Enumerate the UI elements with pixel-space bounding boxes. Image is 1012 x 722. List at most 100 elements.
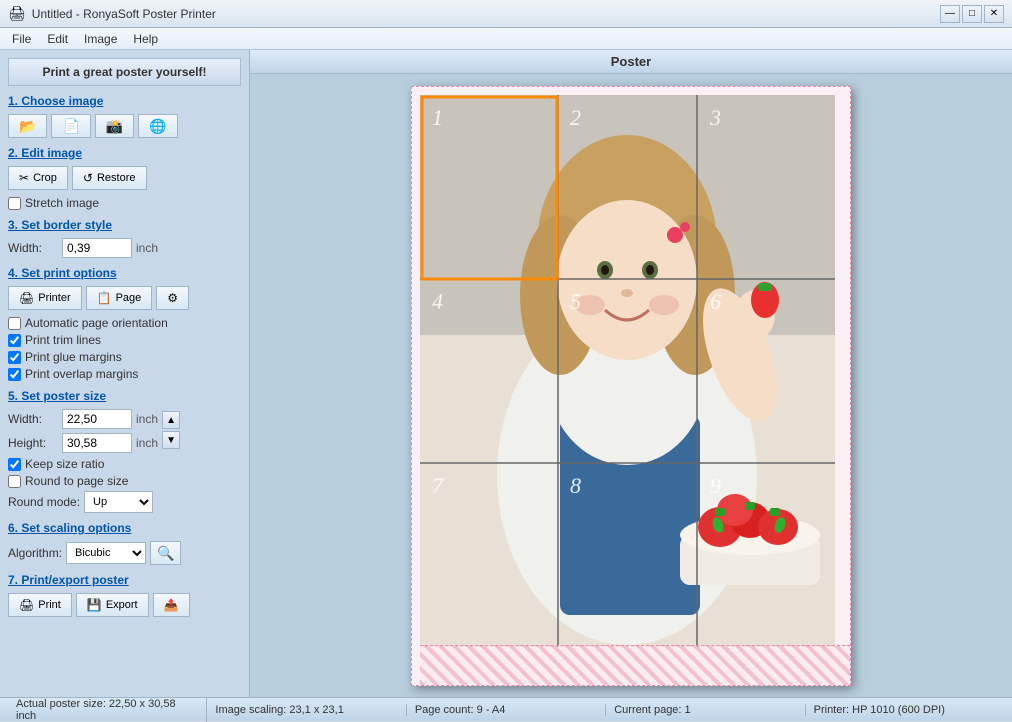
- left-panel: Print a great poster yourself! 1. Choose…: [0, 50, 250, 697]
- auto-orientation-checkbox[interactable]: [8, 317, 21, 330]
- open-file-button[interactable]: 📂: [8, 114, 47, 138]
- printer-label: Printer: [38, 292, 70, 304]
- crop-label: Crop: [33, 172, 57, 184]
- poster-overflow-area: [420, 645, 850, 685]
- section-print-options[interactable]: 4. Set print options: [8, 266, 241, 280]
- panel-header: Print a great poster yourself!: [8, 58, 241, 86]
- svg-text:5: 5: [570, 289, 581, 314]
- open-recent-button[interactable]: 📄: [51, 114, 90, 138]
- print-trim-row: Print trim lines: [8, 333, 241, 347]
- poster-header: Poster: [250, 50, 1012, 74]
- status-page-count: Page count: 9 - A4: [407, 704, 606, 716]
- menu-edit[interactable]: Edit: [39, 29, 76, 49]
- poster-height-input[interactable]: [62, 433, 132, 453]
- section-choose-image[interactable]: 1. Choose image: [8, 94, 241, 108]
- round-mode-row: Round mode: Up Down Nearest: [8, 491, 241, 513]
- svg-text:9: 9: [710, 473, 721, 498]
- screenshot-button[interactable]: 📸: [95, 114, 134, 138]
- printer-button[interactable]: 🖨 Printer: [8, 286, 82, 310]
- auto-orientation-row: Automatic page orientation: [8, 316, 241, 330]
- edit-buttons: ✂ Crop ↺ Restore: [8, 166, 241, 190]
- poster-width-input[interactable]: [62, 409, 132, 429]
- maximize-button[interactable]: □: [962, 5, 982, 23]
- menu-help[interactable]: Help: [125, 29, 166, 49]
- size-up-button[interactable]: ▲: [162, 411, 180, 429]
- size-scroll: ▲ ▼: [162, 411, 180, 449]
- print-options-content: 🖨 Printer 📋 Page ⚙ Automatic page orient…: [8, 286, 241, 381]
- print-icon: 🖨: [19, 598, 34, 612]
- round-mode-select[interactable]: Up Down Nearest: [84, 491, 153, 513]
- status-image-scaling: Image scaling: 23,1 x 23,1: [207, 704, 406, 716]
- share-button[interactable]: 📤: [153, 593, 190, 617]
- round-page-checkbox[interactable]: [8, 475, 21, 488]
- print-overlap-checkbox[interactable]: [8, 368, 21, 381]
- export-button[interactable]: 💾 Export: [76, 593, 149, 617]
- algorithm-select[interactable]: Bicubic Bilinear Nearest Neighbor: [66, 542, 146, 564]
- titlebar: 🖨 Untitled - RonyaSoft Poster Printer — …: [0, 0, 1012, 28]
- border-width-input[interactable]: [62, 238, 132, 258]
- status-current-page: Current page: 1: [606, 704, 805, 716]
- print-glue-label: Print glue margins: [25, 350, 122, 364]
- share-icon: 📤: [164, 598, 179, 612]
- svg-text:8: 8: [570, 473, 581, 498]
- window-controls: — □ ✕: [940, 5, 1004, 23]
- page-button[interactable]: 📋 Page: [86, 286, 153, 310]
- print-trim-checkbox[interactable]: [8, 334, 21, 347]
- poster-width-label: Width:: [8, 412, 58, 426]
- statusbar: Actual poster size: 22,50 x 30,58 inch I…: [0, 697, 1012, 721]
- poster-wrapper: 1 2 3 4 5 6 7 8 9: [411, 86, 851, 686]
- section-print-export[interactable]: 7. Print/export poster: [8, 573, 241, 587]
- window-title: Untitled - RonyaSoft Poster Printer: [32, 7, 940, 21]
- close-button[interactable]: ✕: [984, 5, 1004, 23]
- section-scaling[interactable]: 6. Set scaling options: [8, 521, 241, 535]
- section-edit-image[interactable]: 2. Edit image: [8, 146, 241, 160]
- keep-ratio-label: Keep size ratio: [25, 457, 104, 471]
- poster-width-unit: inch: [136, 412, 158, 426]
- printer-page-buttons: 🖨 Printer 📋 Page ⚙: [8, 286, 241, 310]
- choose-image-buttons: 📂 📄 📸 🌐: [8, 114, 241, 138]
- size-down-button[interactable]: ▼: [162, 431, 180, 449]
- print-export-buttons: 🖨 Print 💾 Export 📤: [8, 593, 241, 617]
- url-button[interactable]: 🌐: [138, 114, 177, 138]
- restore-button[interactable]: ↺ Restore: [72, 166, 147, 190]
- settings-button[interactable]: ⚙: [156, 286, 189, 310]
- round-page-label: Round to page size: [25, 474, 128, 488]
- stretch-checkbox[interactable]: [8, 197, 21, 210]
- zoom-preview-button[interactable]: 🔍: [150, 541, 181, 565]
- printer-icon: 🖨: [19, 291, 34, 305]
- svg-text:4: 4: [432, 289, 443, 314]
- restore-label: Restore: [97, 172, 136, 184]
- status-printer: Printer: HP 1010 (600 DPI): [806, 704, 1004, 716]
- print-overlap-label: Print overlap margins: [25, 367, 138, 381]
- poster-outer: 1 2 3 4 5 6 7 8 9: [411, 86, 851, 686]
- border-width-unit: inch: [136, 241, 158, 255]
- menu-file[interactable]: File: [4, 29, 39, 49]
- crop-button[interactable]: ✂ Crop: [8, 166, 68, 190]
- print-export-content: 🖨 Print 💾 Export 📤: [8, 593, 241, 617]
- algorithm-label: Algorithm:: [8, 546, 62, 560]
- print-label: Print: [38, 599, 61, 611]
- keep-ratio-checkbox[interactable]: [8, 458, 21, 471]
- poster-height-unit: inch: [136, 436, 158, 450]
- keep-ratio-row: Keep size ratio: [8, 457, 241, 471]
- section-poster-size[interactable]: 5. Set poster size: [8, 389, 241, 403]
- border-width-label: Width:: [8, 241, 58, 255]
- minimize-button[interactable]: —: [940, 5, 960, 23]
- print-trim-label: Print trim lines: [25, 333, 101, 347]
- menu-image[interactable]: Image: [76, 29, 125, 49]
- gear-icon: ⚙: [167, 291, 178, 305]
- svg-text:1: 1: [432, 105, 443, 130]
- poster-grid: 1 2 3 4 5 6 7 8 9: [420, 95, 835, 647]
- svg-text:7: 7: [432, 473, 444, 498]
- scaling-content: Algorithm: Bicubic Bilinear Nearest Neig…: [8, 541, 241, 565]
- print-glue-row: Print glue margins: [8, 350, 241, 364]
- border-width-row: Width: inch: [8, 238, 241, 258]
- auto-orientation-label: Automatic page orientation: [25, 316, 168, 330]
- app-icon: 🖨: [8, 5, 26, 22]
- section-border-style[interactable]: 3. Set border style: [8, 218, 241, 232]
- stretch-label: Stretch image: [25, 196, 99, 210]
- algorithm-row: Algorithm: Bicubic Bilinear Nearest Neig…: [8, 541, 241, 565]
- edit-image-content: ✂ Crop ↺ Restore Stretch image: [8, 166, 241, 210]
- print-glue-checkbox[interactable]: [8, 351, 21, 364]
- print-button[interactable]: 🖨 Print: [8, 593, 72, 617]
